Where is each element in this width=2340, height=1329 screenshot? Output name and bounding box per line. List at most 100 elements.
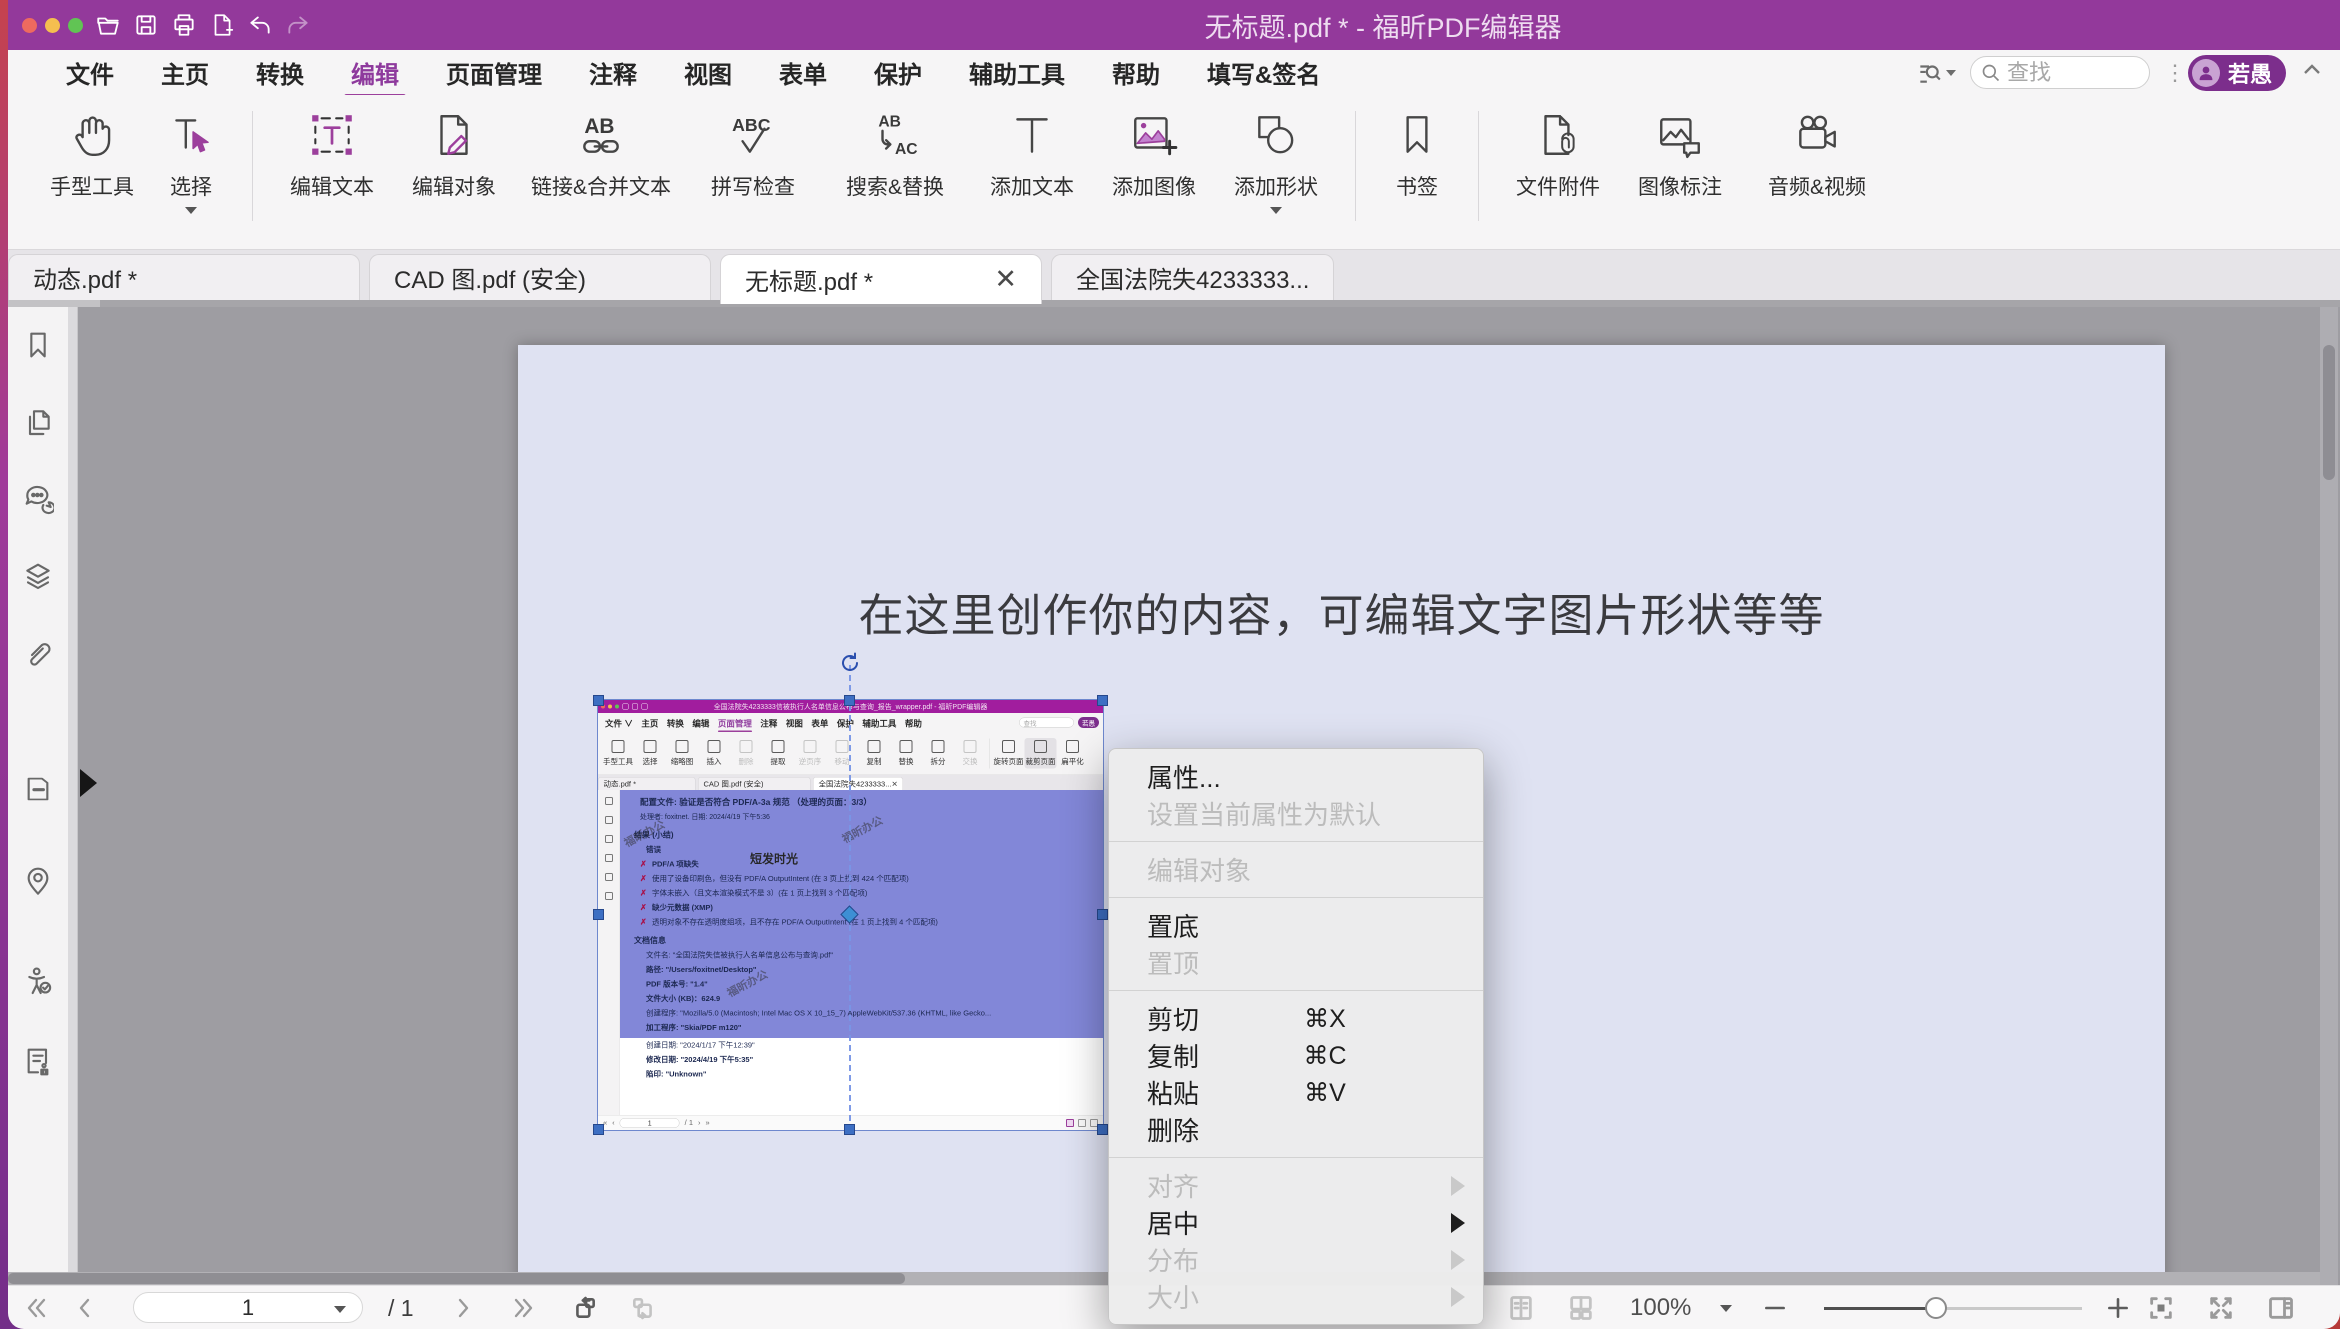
- horizontal-scrollbar-thumb[interactable]: [8, 1273, 905, 1284]
- page-number-box[interactable]: [133, 1292, 363, 1323]
- comments-panel-icon[interactable]: [22, 483, 54, 515]
- tab-strip-scrollbar[interactable]: [8, 300, 2340, 307]
- menu-tab[interactable]: 保护: [874, 55, 922, 90]
- zoom-slider-knob[interactable]: [1925, 1297, 1947, 1319]
- page-number-caret-icon[interactable]: [334, 1306, 346, 1313]
- resize-handle-top-right[interactable]: [1097, 695, 1108, 706]
- redo-icon[interactable]: [285, 12, 311, 38]
- menu-tab[interactable]: 填写&签名: [1207, 55, 1320, 90]
- search-input[interactable]: [2007, 60, 2127, 86]
- menu-tab[interactable]: 帮助: [1112, 55, 1160, 90]
- vertical-scrollbar[interactable]: [2320, 307, 2338, 1285]
- facing-page-view-button[interactable]: [1566, 1293, 1596, 1323]
- search-box[interactable]: [1970, 56, 2150, 89]
- context-menu-item[interactable]: [1109, 841, 1483, 842]
- menu-tab[interactable]: 表单: [779, 55, 827, 90]
- menu-tab[interactable]: 主页: [161, 55, 209, 90]
- page-fields-panel-icon[interactable]: [22, 775, 54, 807]
- layers-panel-icon[interactable]: [22, 560, 54, 592]
- context-menu-item[interactable]: 置底: [1109, 907, 1483, 944]
- resize-handle-middle-right[interactable]: [1097, 909, 1108, 920]
- bookmarks-panel-icon[interactable]: [22, 329, 54, 361]
- context-menu-item[interactable]: 置顶: [1109, 944, 1483, 981]
- add-shape-caret-icon[interactable]: [1270, 207, 1282, 214]
- menu-tab[interactable]: 辅助工具: [969, 55, 1065, 90]
- fullscreen-button[interactable]: [2206, 1293, 2236, 1323]
- document-tab[interactable]: CAD 图.pdf (安全): [369, 254, 711, 300]
- menu-tab[interactable]: 转换: [256, 55, 304, 90]
- context-menu-item[interactable]: 删除: [1109, 1111, 1483, 1148]
- undo-icon[interactable]: [247, 12, 273, 38]
- maximize-window-button[interactable]: [68, 18, 83, 33]
- edit-object-button[interactable]: 编辑对象: [393, 109, 515, 201]
- close-window-button[interactable]: [22, 18, 37, 33]
- resize-handle-bottom-right[interactable]: [1097, 1124, 1108, 1135]
- context-menu-item[interactable]: 复制 ⌘C: [1109, 1037, 1483, 1074]
- add-shape-button[interactable]: 添加形状: [1215, 109, 1337, 214]
- add-text-button[interactable]: 添加文本: [971, 109, 1093, 201]
- edit-text-button[interactable]: 编辑文本: [271, 109, 393, 201]
- context-menu-item[interactable]: 属性...: [1109, 758, 1483, 795]
- context-menu-item[interactable]: [1109, 990, 1483, 991]
- page-number-input[interactable]: [134, 1293, 362, 1322]
- open-file-icon[interactable]: [95, 12, 121, 38]
- context-menu-item[interactable]: 设置当前属性为默认: [1109, 795, 1483, 832]
- collapse-ribbon-icon[interactable]: [2300, 58, 2324, 87]
- next-view-button[interactable]: [628, 1293, 658, 1323]
- next-page-button[interactable]: [448, 1293, 478, 1323]
- sidebar-scrollbar-gutter[interactable]: [68, 307, 78, 1285]
- previous-view-button[interactable]: [570, 1293, 600, 1323]
- new-document-icon[interactable]: [209, 12, 235, 38]
- spell-check-button[interactable]: ABC 拼写检查: [687, 109, 819, 201]
- context-menu-item[interactable]: 编辑对象: [1109, 851, 1483, 888]
- resize-handle-middle-left[interactable]: [593, 909, 604, 920]
- menu-tab[interactable]: 视图: [684, 55, 732, 90]
- resize-handle-bottom-center[interactable]: [844, 1124, 855, 1135]
- file-attachment-button[interactable]: 文件附件: [1497, 109, 1619, 201]
- menu-tab[interactable]: 注释: [589, 55, 637, 90]
- context-menu-item[interactable]: 居中: [1109, 1204, 1483, 1241]
- search-replace-button[interactable]: ABAC 搜索&替换: [819, 109, 971, 201]
- signature-panel-icon[interactable]: [22, 1045, 54, 1077]
- sidebar-expander-icon[interactable]: [80, 769, 97, 797]
- menu-tab[interactable]: 页面管理: [446, 55, 542, 90]
- zoom-caret-icon[interactable]: [1720, 1305, 1732, 1312]
- menu-tab[interactable]: 文件: [66, 55, 114, 90]
- add-image-button[interactable]: 添加图像: [1093, 109, 1215, 201]
- context-menu-item[interactable]: 粘贴 ⌘V: [1109, 1074, 1483, 1111]
- resize-handle-top-left[interactable]: [593, 695, 604, 706]
- zoom-in-button[interactable]: [2103, 1293, 2133, 1323]
- zoom-slider[interactable]: [1824, 1307, 2082, 1310]
- zoom-out-button[interactable]: [1760, 1293, 1790, 1323]
- select-tool-button[interactable]: 选择: [148, 109, 234, 214]
- attachments-panel-icon[interactable]: [22, 637, 54, 669]
- context-menu-item[interactable]: 大小: [1109, 1278, 1483, 1315]
- last-page-button[interactable]: [508, 1293, 538, 1323]
- tab-close-icon[interactable]: ✕: [964, 264, 1017, 295]
- resize-handle-top-center[interactable]: [844, 695, 855, 706]
- single-page-view-button[interactable]: [1506, 1293, 1536, 1323]
- context-menu-item[interactable]: [1109, 897, 1483, 898]
- document-tab[interactable]: 动态.pdf *: [8, 254, 360, 300]
- accessibility-panel-icon[interactable]: [22, 965, 54, 997]
- page-heading-text[interactable]: 在这里创作你的内容，可编辑文字图片形状等等: [518, 579, 2165, 644]
- context-menu-item[interactable]: 分布: [1109, 1241, 1483, 1278]
- context-menu-item[interactable]: 剪切 ⌘X: [1109, 1000, 1483, 1037]
- hand-tool-button[interactable]: 手型工具: [36, 109, 148, 201]
- previous-page-button[interactable]: [70, 1293, 100, 1323]
- document-tab[interactable]: 全国法院失4233333...: [1051, 254, 1334, 300]
- menu-tab[interactable]: 编辑: [351, 55, 399, 90]
- bookmark-button[interactable]: 书签: [1374, 109, 1460, 201]
- advanced-search-icon[interactable]: [1916, 60, 1956, 86]
- pages-panel-icon[interactable]: [22, 406, 54, 438]
- vertical-scrollbar-thumb[interactable]: [2323, 345, 2335, 480]
- audio-video-button[interactable]: 音频&视频: [1741, 109, 1893, 201]
- resize-handle-bottom-left[interactable]: [593, 1124, 604, 1135]
- fit-page-button[interactable]: [2146, 1293, 2176, 1323]
- zoom-level-label[interactable]: 100%: [1630, 1294, 1691, 1322]
- rotate-handle-icon[interactable]: [838, 651, 862, 675]
- print-icon[interactable]: [171, 12, 197, 38]
- image-annotation-button[interactable]: 图像标注: [1619, 109, 1741, 201]
- select-tool-caret-icon[interactable]: [185, 207, 197, 214]
- first-page-button[interactable]: [22, 1293, 52, 1323]
